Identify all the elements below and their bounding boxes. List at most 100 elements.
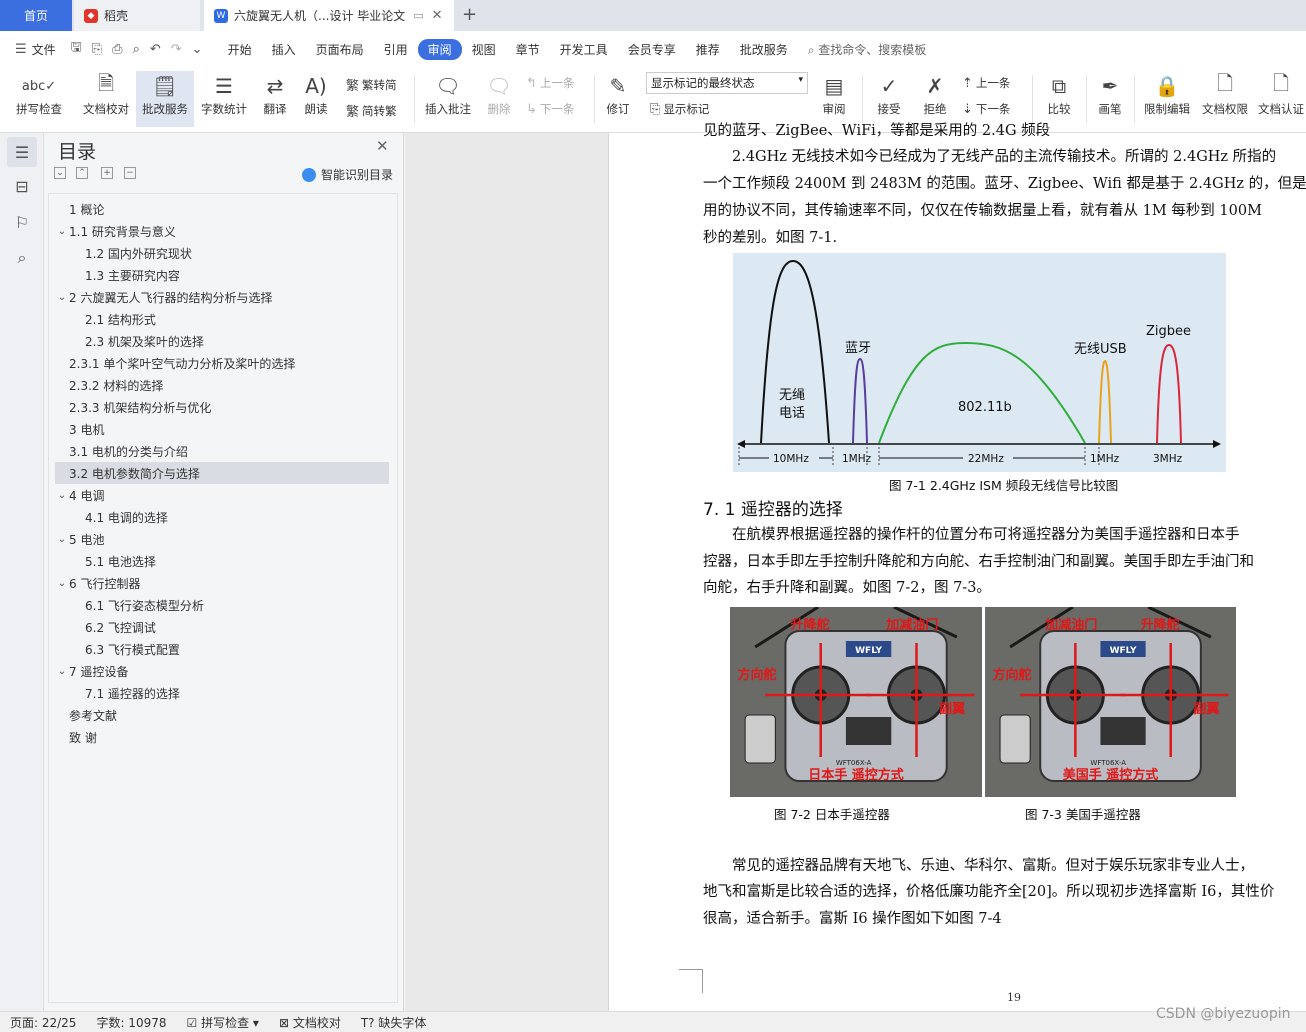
toc-item[interactable]: 3 电机: [55, 418, 389, 440]
menu-review[interactable]: 审阅: [417, 38, 462, 60]
review-service-button[interactable]: 🗒 批改服务: [136, 71, 194, 127]
toc-item[interactable]: ⌄ 6 飞行控制器: [55, 572, 389, 594]
toc-item[interactable]: 3.1 电机的分类与介绍: [55, 440, 389, 462]
quick-access-chevron-icon[interactable]: ⌄: [187, 42, 208, 57]
tab-home[interactable]: 首页: [0, 0, 72, 31]
tab-restore-icon[interactable]: ▭: [413, 9, 423, 22]
document-page[interactable]: 见的蓝牙、ZigBee、WiFi，等都是采用的 2.4G 频段 2.4GHz 无…: [608, 123, 1306, 1011]
toc-item[interactable]: 2.3.3 机架结构分析与优化: [55, 396, 389, 418]
tab-document[interactable]: W 六旋翼无人机（...设计 毕业论文 ▭ ✕: [204, 0, 454, 31]
status-doc-proof[interactable]: ⊠ 文档校对: [269, 1014, 351, 1031]
new-tab-icon[interactable]: +: [462, 4, 477, 25]
toc-item[interactable]: 2.1 结构形式: [55, 308, 389, 330]
toc-item[interactable]: ⌄ 2 六旋翼无人飞行器的结构分析与选择: [55, 286, 389, 308]
status-missing-font[interactable]: T? 缺失字体: [351, 1014, 437, 1031]
menu-chapter[interactable]: 章节: [506, 41, 550, 58]
tab-close-icon[interactable]: ✕: [432, 8, 443, 23]
simp-to-trad-button[interactable]: 繁简转繁: [346, 101, 397, 121]
toc-item[interactable]: 2.3.1 单个桨叶空气动力分析及桨叶的选择: [55, 352, 389, 374]
bookmark-icon[interactable]: ⚐: [7, 207, 37, 237]
toc-item[interactable]: 1.2 国内外研究现状: [55, 242, 389, 264]
print-icon[interactable]: ⎙: [107, 42, 127, 57]
toc-item[interactable]: 致 谢: [55, 726, 389, 748]
tab-daoke[interactable]: ◆ 稻壳: [74, 0, 200, 31]
toc-item[interactable]: 参考文献: [55, 704, 389, 726]
export-icon[interactable]: ⎘: [87, 42, 107, 57]
command-search[interactable]: ⌕ 查找命令、搜索模板: [798, 41, 937, 58]
menu-reference[interactable]: 引用: [374, 41, 418, 58]
collapse-all-icon[interactable]: ⌄: [54, 167, 66, 179]
toc-item-label: 2.3 机架及桨叶的选择: [85, 334, 204, 349]
chevron-down-icon[interactable]: ⌄: [55, 578, 69, 589]
smart-toc-button[interactable]: 智能识别目录: [302, 166, 393, 183]
compare-button[interactable]: ⧉ 比较: [1038, 71, 1080, 127]
toc-item[interactable]: 6.1 飞行姿态模型分析: [55, 594, 389, 616]
save-icon[interactable]: 🖫: [66, 38, 87, 60]
pen-button[interactable]: ✒ 画笔: [1092, 71, 1128, 127]
word-count-button[interactable]: ☰ 字数统计: [198, 71, 250, 127]
chevron-down-icon[interactable]: ⌄: [55, 490, 69, 501]
toc-item[interactable]: 1 概论: [55, 198, 389, 220]
chevron-down-icon[interactable]: ⌄: [55, 292, 69, 303]
preview-icon[interactable]: ⌕: [128, 42, 145, 57]
prev-change-button[interactable]: ⇡ 上一条: [962, 75, 1010, 91]
chapter-nav-icon[interactable]: ⊟: [7, 171, 37, 201]
toc-item[interactable]: ⌄ 4 电调: [55, 484, 389, 506]
review-pane-button[interactable]: ▤ 审阅: [814, 71, 854, 127]
next-comment-button[interactable]: ↳ 下一条: [526, 101, 574, 117]
toc-item[interactable]: 1.3 主要研究内容: [55, 264, 389, 286]
menu-recommend[interactable]: 推荐: [686, 41, 730, 58]
doc-cert-button[interactable]: 🗋 文档认证: [1256, 71, 1306, 127]
markup-state-select[interactable]: 显示标记的最终状态 ▾: [646, 72, 808, 94]
remove-heading-icon[interactable]: −: [124, 167, 136, 179]
toc-item[interactable]: ⌄ 5 电池: [55, 528, 389, 550]
insert-comment-button[interactable]: 🗨 插入批注: [420, 71, 476, 127]
menu-page-layout[interactable]: 页面布局: [306, 41, 374, 58]
hamburger-icon[interactable]: ☰: [10, 42, 32, 57]
undo-icon[interactable]: ↶: [145, 42, 166, 57]
add-heading-icon[interactable]: +: [101, 167, 113, 179]
delete-comment-button[interactable]: 🗨 删除: [480, 71, 518, 127]
close-icon[interactable]: ✕: [376, 137, 389, 155]
trad-to-simp-button[interactable]: 繁繁转简: [346, 75, 397, 95]
toc-item[interactable]: 6.2 飞控调试: [55, 616, 389, 638]
toc-item[interactable]: 2.3 机架及桨叶的选择: [55, 330, 389, 352]
menu-insert[interactable]: 插入: [262, 41, 306, 58]
toc-item[interactable]: 4.1 电调的选择: [55, 506, 389, 528]
toc-item[interactable]: ⌄ 7 遥控设备: [55, 660, 389, 682]
page-indicator[interactable]: 页面: 22/25: [0, 1014, 86, 1031]
menu-review-service[interactable]: 批改服务: [730, 41, 798, 58]
expand-up-icon[interactable]: ⌃: [76, 167, 88, 179]
find-icon[interactable]: ⌕: [7, 243, 37, 273]
restrict-edit-button[interactable]: 🔒 限制编辑: [1140, 71, 1194, 127]
toc-item[interactable]: 2.3.2 材料的选择: [55, 374, 389, 396]
word-count-indicator[interactable]: 字数: 10978: [86, 1014, 176, 1031]
reject-button[interactable]: ✗ 拒绝: [914, 71, 956, 127]
status-spell-check[interactable]: ☑ 拼写检查 ▾: [177, 1014, 269, 1031]
toc-item[interactable]: ⌄ 1.1 研究背景与意义: [55, 220, 389, 242]
doc-proof-button[interactable]: 🗎 文档校对: [78, 71, 134, 127]
menu-view[interactable]: 视图: [462, 41, 506, 58]
menu-file[interactable]: 文件: [32, 41, 66, 58]
redo-icon[interactable]: ↷: [166, 42, 187, 57]
chevron-down-icon[interactable]: ⌄: [55, 226, 69, 237]
chevron-down-icon[interactable]: ⌄: [55, 534, 69, 545]
doc-rights-button[interactable]: 🗋 文档权限: [1198, 71, 1252, 127]
revise-button[interactable]: ✎ 修订: [598, 71, 638, 127]
show-markup-button[interactable]: ⎘ 显示标记: [650, 101, 709, 117]
translate-button[interactable]: ⇄ 翻译: [256, 71, 294, 127]
menu-start[interactable]: 开始: [218, 41, 262, 58]
read-aloud-button[interactable]: A) 朗读: [298, 71, 334, 127]
menu-member[interactable]: 会员专享: [618, 41, 686, 58]
accept-button[interactable]: ✓ 接受: [868, 71, 910, 127]
menu-developer[interactable]: 开发工具: [550, 41, 618, 58]
toc-item[interactable]: 5.1 电池选择: [55, 550, 389, 572]
prev-comment-button[interactable]: ↰ 上一条: [526, 75, 574, 91]
spell-check-button[interactable]: abc✓ 拼写检查: [8, 71, 70, 127]
toc-item[interactable]: 6.3 飞行模式配置: [55, 638, 389, 660]
toc-item[interactable]: 7.1 遥控器的选择: [55, 682, 389, 704]
chevron-down-icon[interactable]: ⌄: [55, 666, 69, 677]
toc-item[interactable]: 3.2 电机参数简介与选择: [55, 462, 389, 484]
next-change-button[interactable]: ⇣ 下一条: [962, 101, 1010, 117]
toc-pane-icon[interactable]: ☰: [7, 137, 37, 167]
